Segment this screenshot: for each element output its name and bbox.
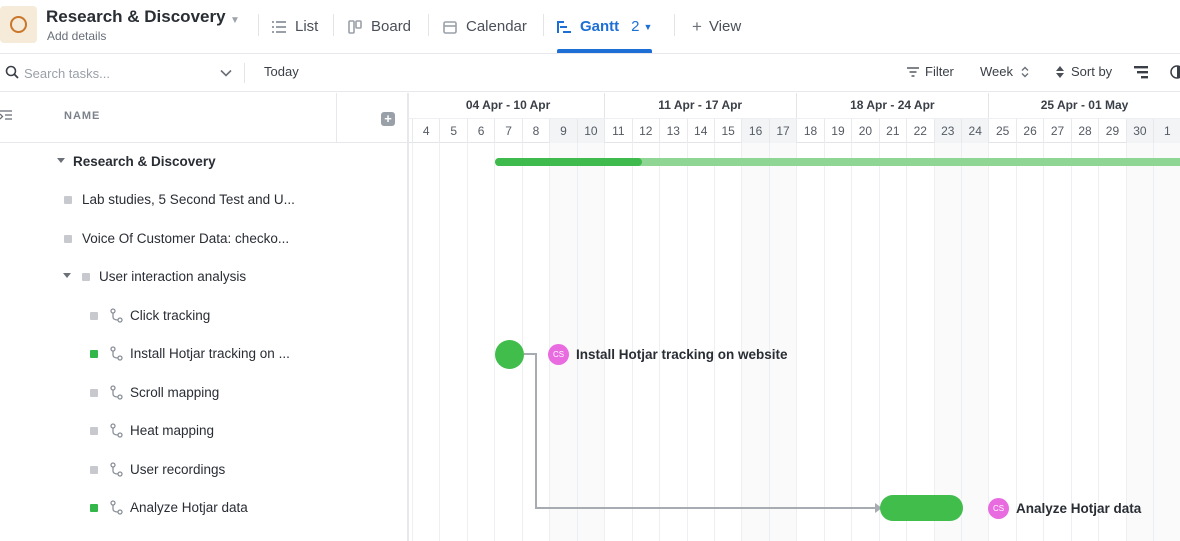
calendar-icon — [443, 20, 457, 34]
name-column-header[interactable]: NAME — [64, 110, 100, 122]
gantt-chart: 04 Apr - 10 Apr 11 Apr - 17 Apr 18 Apr - 2… — [409, 93, 1180, 541]
caret-down-icon[interactable] — [57, 158, 65, 163]
tab-label: Gantt — [580, 18, 620, 35]
subtask-name[interactable]: Click tracking — [130, 308, 210, 323]
board-icon — [348, 19, 362, 34]
subtask-name[interactable]: Heat mapping — [130, 423, 214, 438]
divider — [333, 14, 334, 36]
avatar[interactable]: CS — [988, 498, 1009, 519]
filter-icon — [907, 66, 919, 77]
subtask-row[interactable]: User recordings — [0, 451, 407, 489]
status-square-icon[interactable] — [90, 504, 98, 512]
chevron-down-icon[interactable]: ▼ — [644, 22, 653, 32]
avatar[interactable]: CS — [548, 344, 569, 365]
task-name[interactable]: Lab studies, 5 Second Test and U... — [82, 192, 295, 207]
tab-label: Calendar — [466, 18, 527, 35]
search-icon — [5, 65, 19, 79]
week-select[interactable]: Week — [980, 64, 1030, 79]
sort-arrows-icon — [1021, 66, 1029, 77]
subtask-icon — [110, 500, 123, 515]
circle-icon — [10, 16, 27, 33]
list-icon — [272, 20, 286, 33]
bar-label: Install Hotjar tracking on website — [576, 347, 788, 362]
subtask-icon — [110, 385, 123, 400]
task-row[interactable]: Lab studies, 5 Second Test and U... — [0, 181, 407, 219]
tab-label: List — [295, 18, 319, 35]
bar-label: Analyze Hotjar data — [1016, 501, 1142, 516]
chevron-down-icon[interactable]: ▼ — [230, 15, 240, 26]
space-avatar[interactable] — [0, 6, 37, 43]
plus-icon: + — [692, 16, 702, 36]
subtask-icon — [110, 462, 123, 477]
subtask-icon — [110, 423, 123, 438]
collapse-all-icon[interactable] — [0, 109, 14, 123]
dependency-arrow[interactable] — [409, 93, 1180, 541]
status-square-icon[interactable] — [90, 427, 98, 435]
tab-calendar[interactable]: Calendar — [443, 0, 527, 53]
task-row[interactable]: Voice Of Customer Data: checko... — [0, 220, 407, 258]
task-name[interactable]: Voice Of Customer Data: checko... — [82, 231, 289, 246]
toolbar: Today Filter Week Sort by — [0, 54, 1180, 92]
tab-gantt[interactable]: Gantt 2 ▼ — [557, 0, 652, 53]
task-bar[interactable] — [880, 495, 963, 521]
column-divider[interactable] — [336, 93, 337, 143]
tab-label: Board — [371, 18, 412, 35]
subtask-row[interactable]: Scroll mapping — [0, 374, 407, 412]
active-tab-indicator — [557, 49, 652, 53]
divider — [428, 14, 429, 36]
sort-icon — [1056, 65, 1064, 78]
tab-board[interactable]: Board — [348, 0, 411, 53]
status-square-icon[interactable] — [82, 273, 90, 281]
status-square-icon[interactable] — [90, 389, 98, 397]
status-square-icon[interactable] — [64, 235, 72, 243]
sort-label: Sort by — [1071, 64, 1113, 79]
subtask-row[interactable]: Analyze Hotjar data — [0, 489, 407, 527]
subtask-name[interactable]: User recordings — [130, 462, 225, 477]
filter-label: Filter — [925, 64, 954, 79]
subtask-row[interactable]: Install Hotjar tracking on ... — [0, 335, 407, 373]
view-count-badge: 2 — [631, 18, 640, 35]
add-column-button[interactable]: + — [381, 112, 395, 126]
add-view-button[interactable]: + View — [692, 0, 741, 53]
group-name[interactable]: Research & Discovery — [73, 154, 216, 169]
gantt-icon — [557, 20, 571, 34]
add-view-label: View — [708, 18, 742, 35]
color-drop-icon[interactable] — [1170, 65, 1180, 79]
divider — [244, 63, 245, 83]
search-input[interactable] — [24, 63, 214, 83]
subtask-name[interactable]: Scroll mapping — [130, 385, 219, 400]
subtask-name[interactable]: Install Hotjar tracking on ... — [130, 346, 290, 361]
subtask-icon — [110, 308, 123, 323]
divider — [543, 14, 544, 36]
status-square-icon[interactable] — [90, 350, 98, 358]
week-label: Week — [980, 64, 1013, 79]
milestone-bar[interactable] — [495, 340, 524, 369]
status-square-icon[interactable] — [90, 312, 98, 320]
subtask-icon — [110, 346, 123, 361]
task-name[interactable]: User interaction analysis — [99, 269, 246, 284]
today-button[interactable]: Today — [264, 64, 299, 79]
subtask-row[interactable]: Heat mapping — [0, 412, 407, 450]
view-header: Research & Discovery ▼ Add details List … — [0, 0, 1180, 54]
tab-list[interactable]: List — [272, 0, 318, 53]
task-list-header: NAME — [0, 93, 407, 143]
task-row[interactable]: User interaction analysis — [0, 258, 407, 296]
subtask-name[interactable]: Analyze Hotjar data — [130, 500, 248, 515]
divider — [258, 14, 259, 36]
filter-button[interactable]: Filter — [907, 64, 954, 79]
add-details-link[interactable]: Add details — [47, 29, 106, 43]
caret-down-icon[interactable] — [63, 273, 71, 278]
group-row[interactable]: Research & Discovery — [0, 143, 407, 181]
subtask-row[interactable]: Click tracking — [0, 297, 407, 335]
status-square-icon[interactable] — [64, 196, 72, 204]
status-square-icon[interactable] — [90, 466, 98, 474]
space-title[interactable]: Research & Discovery — [46, 7, 226, 27]
sort-button[interactable]: Sort by — [1055, 64, 1112, 79]
chevron-down-icon[interactable] — [219, 66, 233, 80]
layout-settings-icon[interactable] — [1134, 65, 1150, 79]
divider — [674, 14, 675, 36]
